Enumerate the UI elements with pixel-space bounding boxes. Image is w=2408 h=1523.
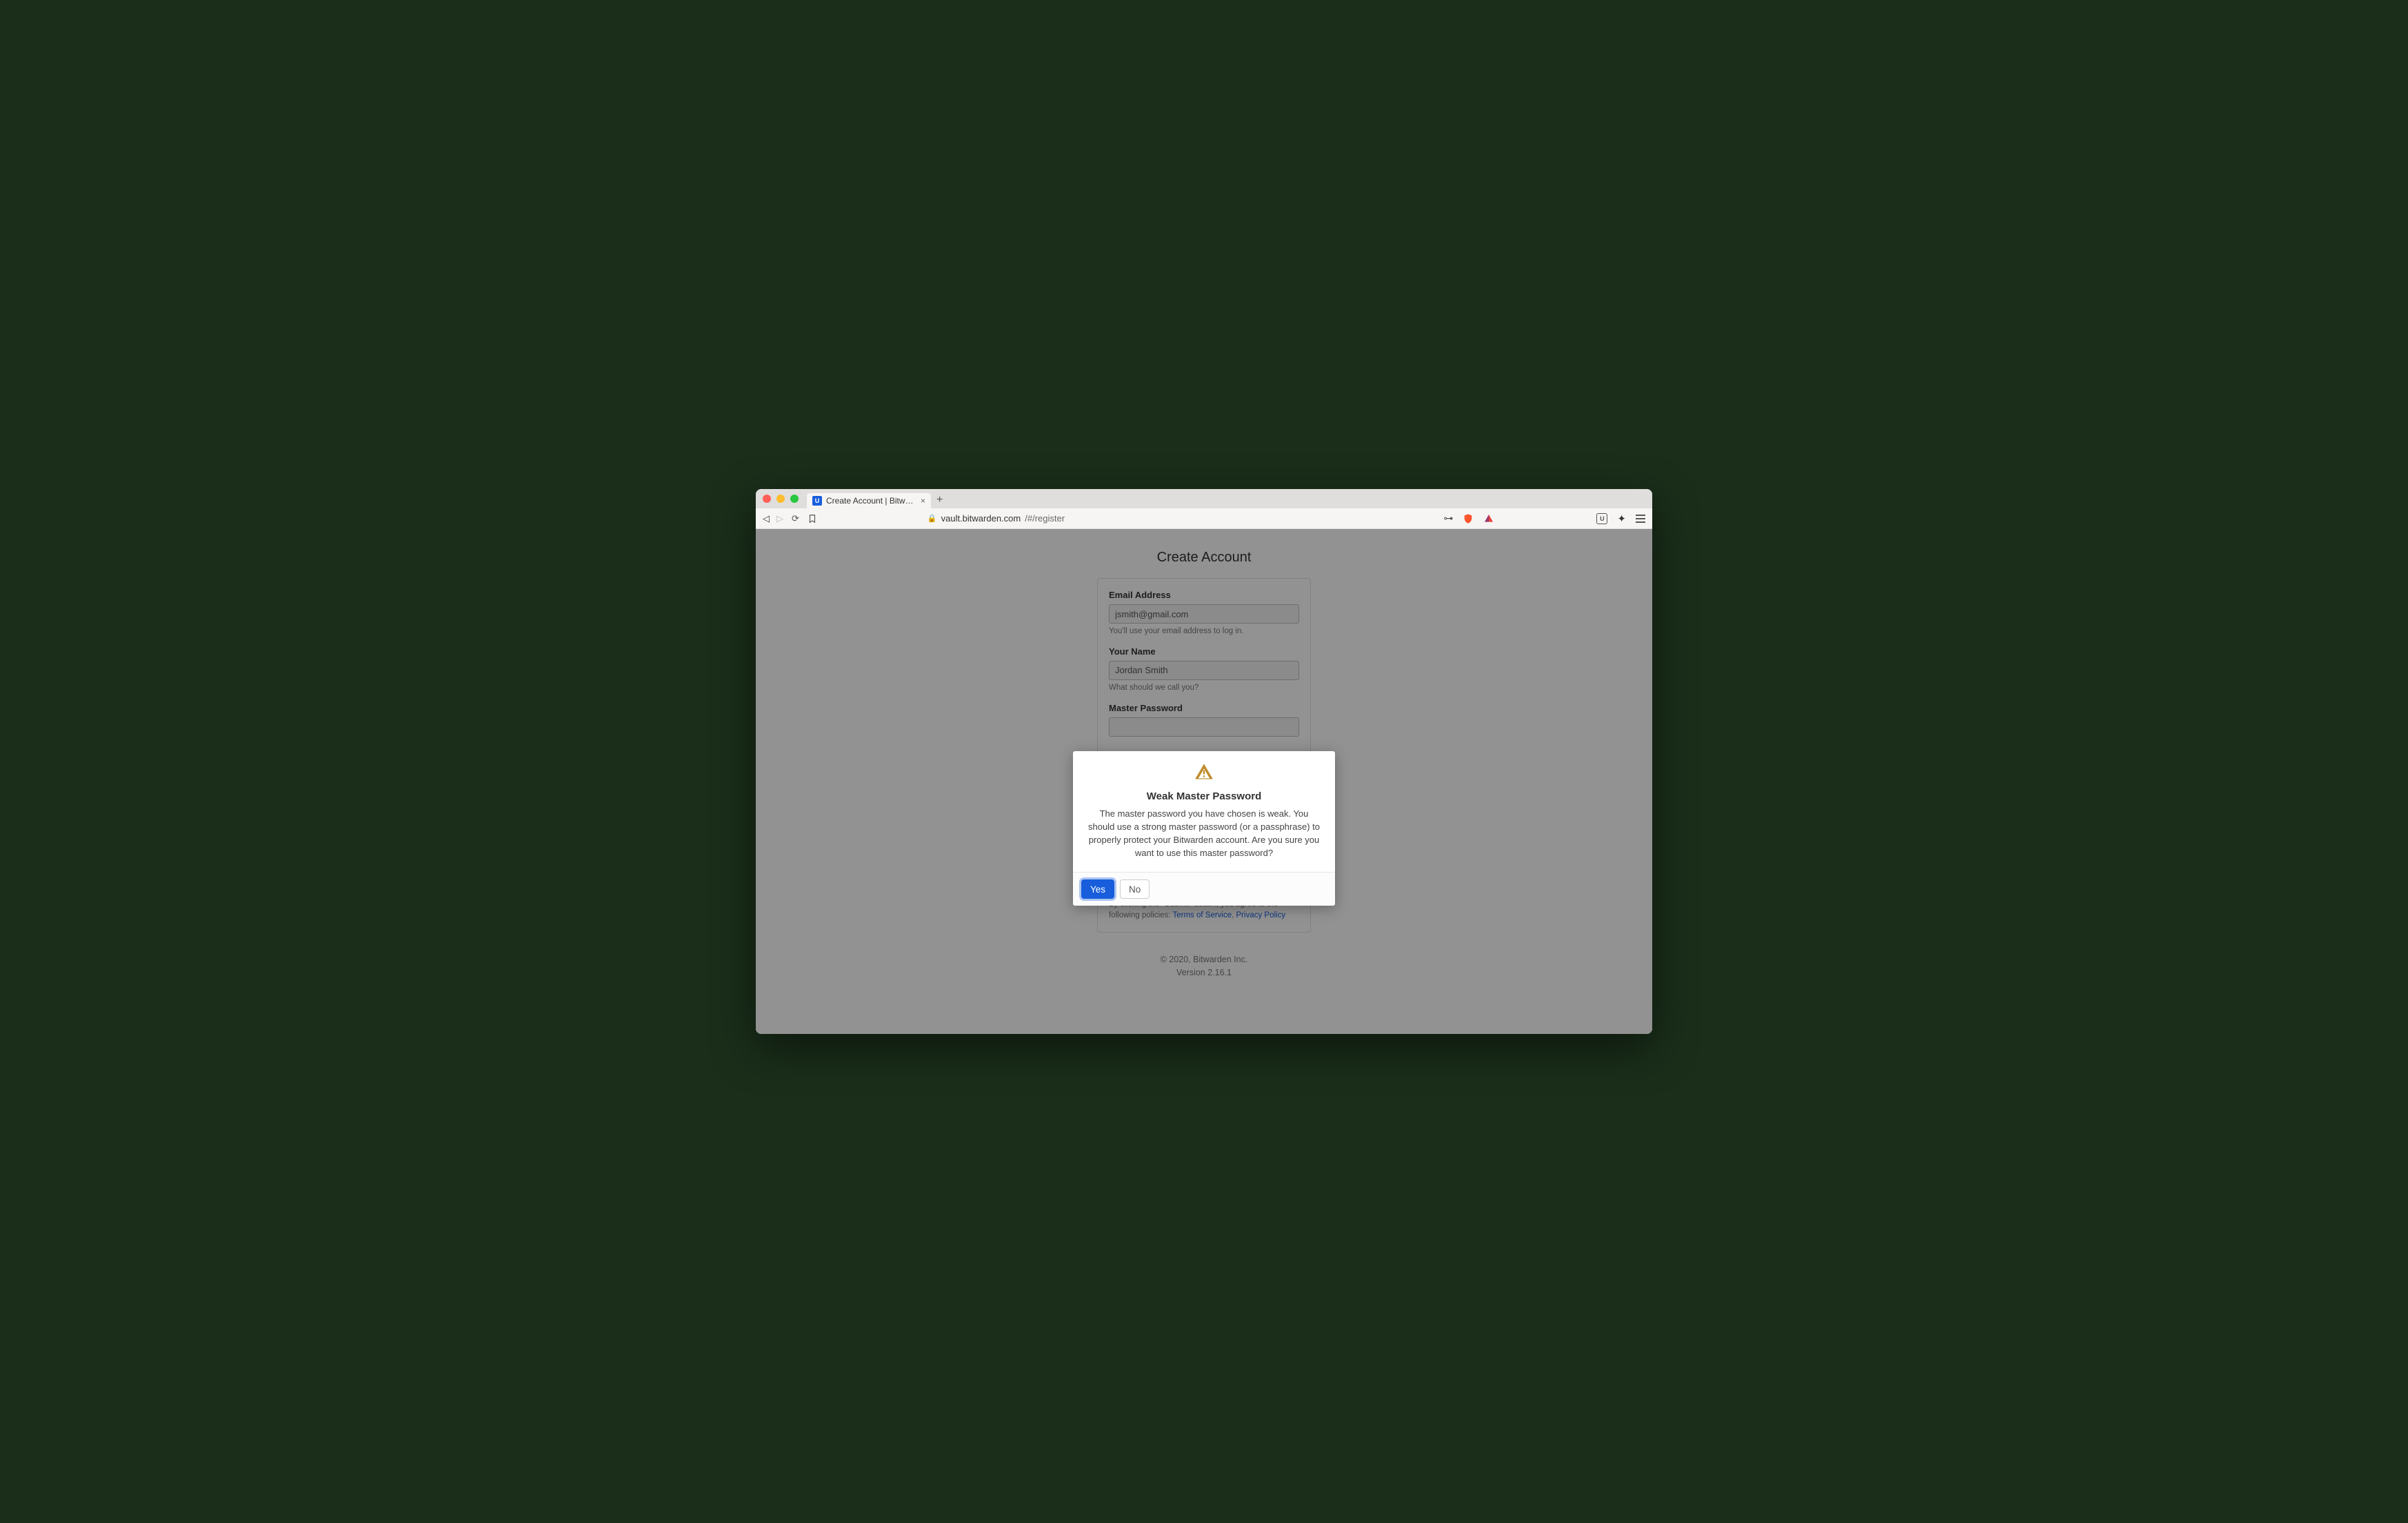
modal-text: The master password you have chosen is w…	[1085, 808, 1323, 859]
maximize-window-icon[interactable]	[790, 495, 799, 503]
bitwarden-extension-icon[interactable]: U	[1596, 513, 1607, 524]
brave-rewards-icon[interactable]	[1483, 513, 1494, 524]
browser-tab[interactable]: U Create Account | Bitwarden Web ×	[807, 493, 931, 508]
modal-yes-button[interactable]: Yes	[1081, 879, 1114, 899]
browser-menu-icon[interactable]	[1636, 515, 1645, 523]
close-tab-icon[interactable]: ×	[921, 496, 925, 506]
browser-toolbar: ◁ ▷ ⟳ 🔒 vault.bitwarden.com /#/register ⊶…	[756, 508, 1652, 529]
browser-window: U Create Account | Bitwarden Web × + ◁ ▷…	[756, 489, 1652, 1034]
window-controls	[763, 495, 799, 503]
modal-title: Weak Master Password	[1085, 790, 1323, 802]
bitwarden-favicon-icon: U	[812, 496, 822, 506]
reload-button[interactable]: ⟳	[792, 513, 799, 524]
back-button[interactable]: ◁	[763, 513, 770, 524]
extensions-icon[interactable]: ✦	[1617, 512, 1626, 525]
forward-button: ▷	[776, 513, 783, 524]
close-window-icon[interactable]	[763, 495, 771, 503]
warning-icon	[1194, 762, 1214, 782]
minimize-window-icon[interactable]	[776, 495, 785, 503]
bookmark-icon[interactable]	[807, 514, 817, 524]
modal-no-button[interactable]: No	[1120, 879, 1150, 899]
address-bar[interactable]: 🔒 vault.bitwarden.com /#/register	[927, 513, 1065, 524]
password-key-icon[interactable]: ⊶	[1443, 512, 1453, 524]
url-host: vault.bitwarden.com	[941, 513, 1021, 524]
new-tab-button[interactable]: +	[936, 494, 943, 506]
lock-icon: 🔒	[927, 514, 937, 523]
brave-shield-icon[interactable]	[1463, 513, 1474, 524]
tab-title: Create Account | Bitwarden Web	[826, 496, 916, 506]
url-path: /#/register	[1025, 513, 1065, 524]
page-content: Create Account Email Address You'll use …	[756, 529, 1652, 1034]
weak-password-modal: Weak Master Password The master password…	[1073, 751, 1335, 906]
window-titlebar: U Create Account | Bitwarden Web × +	[756, 489, 1652, 508]
